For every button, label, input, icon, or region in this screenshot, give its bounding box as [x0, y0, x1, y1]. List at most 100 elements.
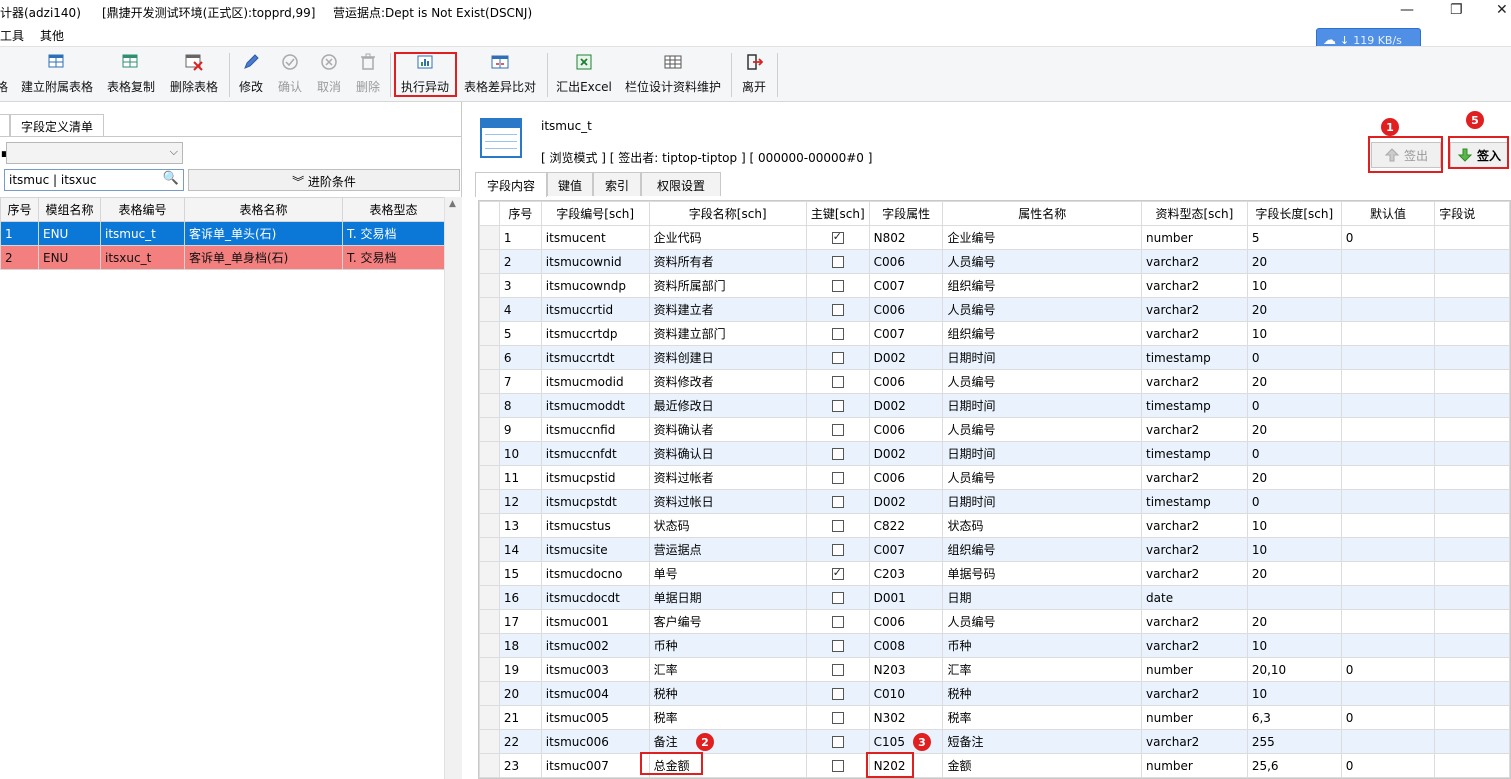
cell-no[interactable]: 20 — [498, 681, 542, 706]
cell-desc[interactable] — [1434, 681, 1510, 706]
cell-def[interactable] — [1340, 633, 1436, 658]
col-header[interactable]: 字段名称[sch] — [648, 201, 807, 226]
cell-desc[interactable] — [1434, 273, 1510, 298]
pk-checkbox[interactable] — [831, 566, 844, 580]
cell-len[interactable]: 10 — [1246, 681, 1342, 706]
pk-cell[interactable] — [805, 321, 870, 346]
cell-type[interactable]: number — [1141, 657, 1248, 682]
cell-attr[interactable]: N203 — [868, 657, 944, 682]
cell-desc[interactable] — [1434, 705, 1510, 730]
cell-desc[interactable] — [1434, 633, 1510, 658]
cell-attr[interactable]: C006 — [868, 249, 944, 274]
cell-code[interactable]: itsmucmoddt — [540, 393, 650, 418]
cell-no[interactable]: 5 — [498, 321, 542, 346]
pk-cell[interactable] — [805, 633, 870, 658]
cell-type[interactable]: number — [1141, 705, 1248, 730]
cell-name[interactable]: 资料确认日 — [648, 441, 807, 466]
cell-attr_name[interactable]: 日期 — [942, 585, 1143, 610]
cell-name[interactable]: 资料建立者 — [648, 297, 807, 322]
cell-attr[interactable]: C007 — [868, 537, 944, 562]
cell-attr[interactable]: D002 — [868, 345, 944, 370]
cell-len[interactable]: 20 — [1246, 249, 1342, 274]
cell-type[interactable]: timestamp — [1141, 441, 1248, 466]
row-header-gutter[interactable] — [479, 273, 500, 298]
modify-button[interactable]: 修改 — [236, 51, 266, 99]
table-row[interactable]: 23 itsmuc007 总金额 N202 金额 number 25,6 0 — [479, 753, 1510, 778]
create-sub-table-button[interactable]: 建立附属表格 — [18, 51, 96, 99]
pk-checkbox[interactable] — [831, 376, 844, 388]
cell-name[interactable]: 资料所有者 — [648, 249, 807, 274]
pk-checkbox[interactable] — [831, 304, 844, 316]
table-row[interactable]: 16 itsmucdocdt 单据日期 D001 日期 date — [479, 585, 1510, 610]
cell-len[interactable]: 0 — [1246, 393, 1342, 418]
cell-len[interactable]: 5 — [1246, 225, 1342, 250]
pk-checkbox[interactable] — [831, 616, 844, 628]
row-header-gutter[interactable] — [479, 561, 500, 586]
cell-attr_name[interactable]: 人员编号 — [942, 417, 1143, 442]
table-row[interactable]: 22 itsmuc006 备注 C105 短备注 varchar2 255 — [479, 729, 1510, 754]
cell-desc[interactable] — [1434, 441, 1510, 466]
table-row[interactable]: 12 itsmucpstdt 资料过帐日 D002 日期时间 timestamp 0 — [479, 489, 1510, 514]
table-row[interactable]: 21 itsmuc005 税率 N302 税率 number 6,3 0 — [479, 705, 1510, 730]
cell-name[interactable]: 资料创建日 — [648, 345, 807, 370]
cell-no[interactable]: 14 — [498, 537, 542, 562]
cell-def[interactable] — [1340, 345, 1436, 370]
pk-checkbox[interactable] — [831, 760, 844, 772]
cell-type[interactable]: varchar2 — [1141, 561, 1248, 586]
tab-field-content[interactable]: 字段内容 — [475, 172, 547, 197]
cell-no[interactable]: 12 — [498, 489, 542, 514]
minimize-icon[interactable]: — — [1400, 2, 1414, 18]
cell-attr_name[interactable]: 汇率 — [942, 657, 1143, 682]
cell-attr_name[interactable]: 人员编号 — [942, 297, 1143, 322]
table-row[interactable]: 17 itsmuc001 客户编号 C006 人员编号 varchar2 20 — [479, 609, 1510, 634]
pk-cell[interactable] — [805, 393, 870, 418]
cell-def[interactable] — [1340, 297, 1436, 322]
cell-no[interactable]: 16 — [498, 585, 542, 610]
cell-no[interactable]: 10 — [498, 441, 542, 466]
cell-no[interactable]: 15 — [498, 561, 542, 586]
cell-no[interactable]: 18 — [498, 633, 542, 658]
close-icon[interactable]: ✕ — [1496, 2, 1508, 18]
cell-name[interactable]: 营运据点 — [648, 537, 807, 562]
cell-no[interactable]: 6 — [498, 345, 542, 370]
cell-type[interactable]: varchar2 — [1141, 417, 1248, 442]
cell-type[interactable]: varchar2 — [1141, 321, 1248, 346]
cell-type[interactable]: varchar2 — [1141, 681, 1248, 706]
table-row[interactable]: 18 itsmuc002 币种 C008 币种 varchar2 10 — [479, 633, 1510, 658]
table-row[interactable]: 2 itsmucownid 资料所有者 C006 人员编号 varchar2 20 — [479, 249, 1510, 274]
cell-def[interactable] — [1340, 561, 1436, 586]
cancel-button[interactable]: 取消 — [314, 51, 344, 99]
cell-desc[interactable] — [1434, 249, 1510, 274]
cell-no[interactable]: 11 — [498, 465, 542, 490]
cell-desc[interactable] — [1434, 537, 1510, 562]
pk-checkbox[interactable] — [831, 712, 844, 724]
row-header-gutter[interactable] — [479, 345, 500, 370]
cell-no[interactable]: 1 — [498, 225, 542, 250]
cell-def[interactable] — [1340, 465, 1436, 490]
cell-name[interactable]: 状态码 — [648, 513, 807, 538]
cell-def[interactable] — [1340, 273, 1436, 298]
cell-desc[interactable] — [1434, 609, 1510, 634]
left-tab-partial[interactable] — [0, 114, 10, 136]
cell-type[interactable]: varchar2 — [1141, 273, 1248, 298]
cell-attr[interactable]: C006 — [868, 417, 944, 442]
cell-name[interactable]: 企业代码 — [648, 225, 807, 250]
cell-len[interactable]: 20 — [1246, 561, 1342, 586]
cell-name[interactable]: 资料过帐者 — [648, 465, 807, 490]
cell-def[interactable] — [1340, 417, 1436, 442]
cell-desc[interactable] — [1434, 225, 1510, 250]
cell-name[interactable]: 资料确认者 — [648, 417, 807, 442]
table-row[interactable]: 14 itsmucsite 营运据点 C007 组织编号 varchar2 10 — [479, 537, 1510, 562]
module-select[interactable]: ⌵ — [6, 142, 183, 164]
cell-type[interactable]: varchar2 — [1141, 537, 1248, 562]
cell-def[interactable] — [1340, 609, 1436, 634]
cell-attr[interactable]: N302 — [868, 705, 944, 730]
cell-desc[interactable] — [1434, 465, 1510, 490]
cell-no[interactable]: 8 — [498, 393, 542, 418]
pk-cell[interactable] — [805, 369, 870, 394]
delete-button[interactable]: 删除 — [353, 51, 383, 99]
cell-type[interactable]: varchar2 — [1141, 249, 1248, 274]
pk-cell[interactable] — [805, 705, 870, 730]
pk-cell[interactable] — [805, 273, 870, 298]
cell-attr[interactable]: C822 — [868, 513, 944, 538]
